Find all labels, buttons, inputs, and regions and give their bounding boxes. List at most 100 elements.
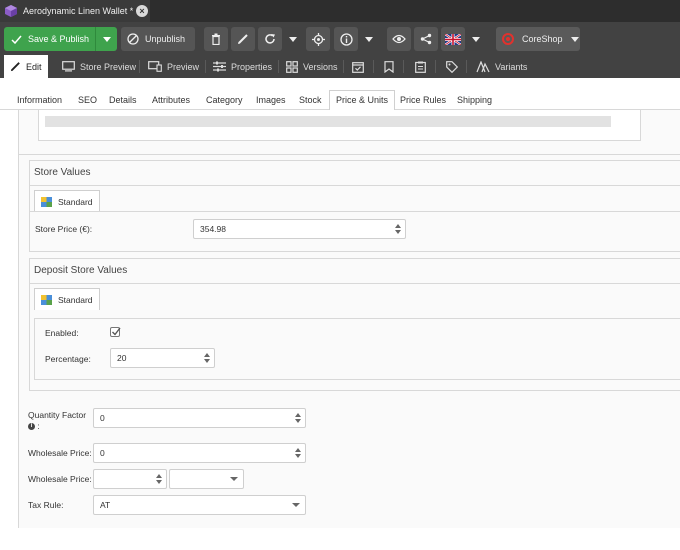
- ban-icon: [127, 33, 139, 45]
- delete-button[interactable]: [204, 27, 228, 51]
- reload-options-dropdown[interactable]: [284, 27, 302, 51]
- quantity-factor-value: 0: [100, 413, 105, 423]
- tab-versions[interactable]: Versions: [280, 55, 344, 78]
- uk-flag-icon: [445, 33, 461, 45]
- tab-category[interactable]: Category: [206, 92, 243, 110]
- deposit-store-values-fieldset: Deposit Store Values Standard Enabled: P…: [29, 258, 680, 391]
- tab-edit[interactable]: Edit: [4, 55, 48, 78]
- quantity-factor-label: Quantity Factor i :: [28, 410, 86, 432]
- locate-button[interactable]: [306, 27, 330, 51]
- tab-preview[interactable]: Preview: [142, 55, 205, 78]
- deposit-inner-box: Enabled: Percentage: 20: [34, 318, 680, 380]
- language-dropdown[interactable]: [467, 27, 485, 51]
- chevron-down-icon: [230, 477, 238, 481]
- edit-button[interactable]: [231, 27, 255, 51]
- tab-attributes[interactable]: Attributes: [152, 92, 190, 110]
- wholesale-price-amount-input[interactable]: [93, 469, 167, 489]
- pencil-icon: [238, 34, 248, 44]
- tab-notes[interactable]: [409, 55, 432, 78]
- unpublish-label: Unpublish: [145, 34, 186, 44]
- coreshop-label: CoreShop: [522, 34, 563, 44]
- deposit-store-values-legend: Deposit Store Values: [34, 265, 128, 276]
- preview-eye-button[interactable]: [387, 27, 411, 51]
- tab-edit-label: Edit: [26, 61, 42, 72]
- spinner-icon: [395, 224, 401, 234]
- tax-rule-select[interactable]: AT: [93, 495, 306, 515]
- view-tabs: Edit Store Preview Preview Properties Ve…: [0, 55, 680, 78]
- tab-price-rules[interactable]: Price Rules: [400, 92, 446, 110]
- language-button[interactable]: [441, 27, 465, 51]
- check-icon: [11, 35, 22, 44]
- chevron-down-icon: [292, 503, 300, 507]
- tab-price-units[interactable]: Price & Units: [329, 90, 396, 111]
- store-price-label: Store Price (€):: [35, 224, 93, 234]
- save-options-dropdown[interactable]: [95, 27, 117, 51]
- tab-variants[interactable]: Variants: [470, 55, 533, 78]
- tab-details[interactable]: Details: [109, 92, 137, 110]
- check-icon: [112, 327, 121, 336]
- chevron-down-icon: [365, 36, 373, 42]
- deposit-tab-label: Standard: [58, 294, 93, 305]
- wholesale-price-input[interactable]: 0: [93, 443, 306, 463]
- save-publish-button[interactable]: Save & Publish: [4, 27, 95, 51]
- tax-rule-value: AT: [100, 500, 111, 510]
- spinner-icon: [295, 413, 301, 423]
- close-tab-icon[interactable]: ×: [136, 5, 148, 17]
- info-options-dropdown[interactable]: [360, 27, 378, 51]
- general-fields: Quantity Factor i : 0 Wholesale Price: 0…: [19, 400, 680, 528]
- wholesale-currency-select[interactable]: [169, 469, 244, 489]
- eye-icon: [392, 34, 406, 44]
- tab-seo[interactable]: SEO: [78, 92, 97, 110]
- trash-icon: [212, 33, 220, 45]
- deposit-tab-standard[interactable]: Standard: [34, 288, 100, 310]
- tab-dependencies[interactable]: [378, 55, 400, 78]
- spinner-icon: [156, 474, 162, 484]
- tab-divider: [466, 60, 467, 73]
- tab-stock[interactable]: Stock: [299, 92, 322, 110]
- sliders-icon: [213, 61, 226, 72]
- tab-images[interactable]: Images: [256, 92, 286, 110]
- tab-information[interactable]: Information: [17, 92, 62, 110]
- tab-tags[interactable]: [440, 55, 464, 78]
- previous-section-bar: [45, 116, 611, 127]
- pencil-icon: [10, 62, 20, 72]
- quantity-factor-colon: :: [37, 421, 40, 431]
- info-icon[interactable]: i: [28, 423, 35, 431]
- store-icon: [41, 196, 52, 207]
- content-area: Store Values Standard Store Price (€): 3…: [0, 110, 680, 550]
- tab-schedule[interactable]: [346, 55, 370, 78]
- tab-divider: [205, 60, 206, 73]
- tab-divider: [435, 60, 436, 73]
- store-tab-standard[interactable]: Standard: [34, 190, 100, 212]
- quantity-factor-input[interactable]: 0: [93, 408, 306, 428]
- spinner-icon: [204, 353, 210, 363]
- tab-store-preview[interactable]: Store Preview: [56, 55, 142, 78]
- coreshop-button[interactable]: CoreShop: [496, 27, 580, 51]
- enabled-checkbox[interactable]: [110, 327, 121, 337]
- share-button[interactable]: [414, 27, 438, 51]
- target-icon: [311, 32, 325, 46]
- percentage-input[interactable]: 20: [110, 348, 215, 368]
- unpublish-button[interactable]: Unpublish: [121, 27, 195, 51]
- info-icon: [339, 32, 353, 46]
- reload-button[interactable]: [258, 27, 282, 51]
- legend-divider: [30, 283, 680, 284]
- quantity-factor-label-text: Quantity Factor: [28, 410, 87, 420]
- chevron-down-icon: [289, 36, 297, 42]
- document-title: Aerodynamic Linen Wallet *: [23, 6, 134, 16]
- store-price-input[interactable]: 354.98: [193, 219, 406, 239]
- info-button[interactable]: [334, 27, 358, 51]
- tab-divider: [373, 60, 374, 73]
- store-values-legend: Store Values: [34, 167, 91, 178]
- chevron-down-icon: [570, 36, 579, 42]
- object-cube-icon: [5, 5, 17, 17]
- tab-properties[interactable]: Properties: [207, 55, 278, 78]
- document-tab[interactable]: Aerodynamic Linen Wallet *: [0, 0, 150, 22]
- tab-properties-label: Properties: [231, 61, 273, 72]
- legend-divider: [30, 185, 680, 186]
- spinner-icon: [295, 448, 301, 458]
- tab-shipping[interactable]: Shipping: [457, 92, 492, 110]
- section-divider: [19, 154, 680, 155]
- percentage-value: 20: [117, 353, 127, 363]
- previous-section: [38, 110, 641, 141]
